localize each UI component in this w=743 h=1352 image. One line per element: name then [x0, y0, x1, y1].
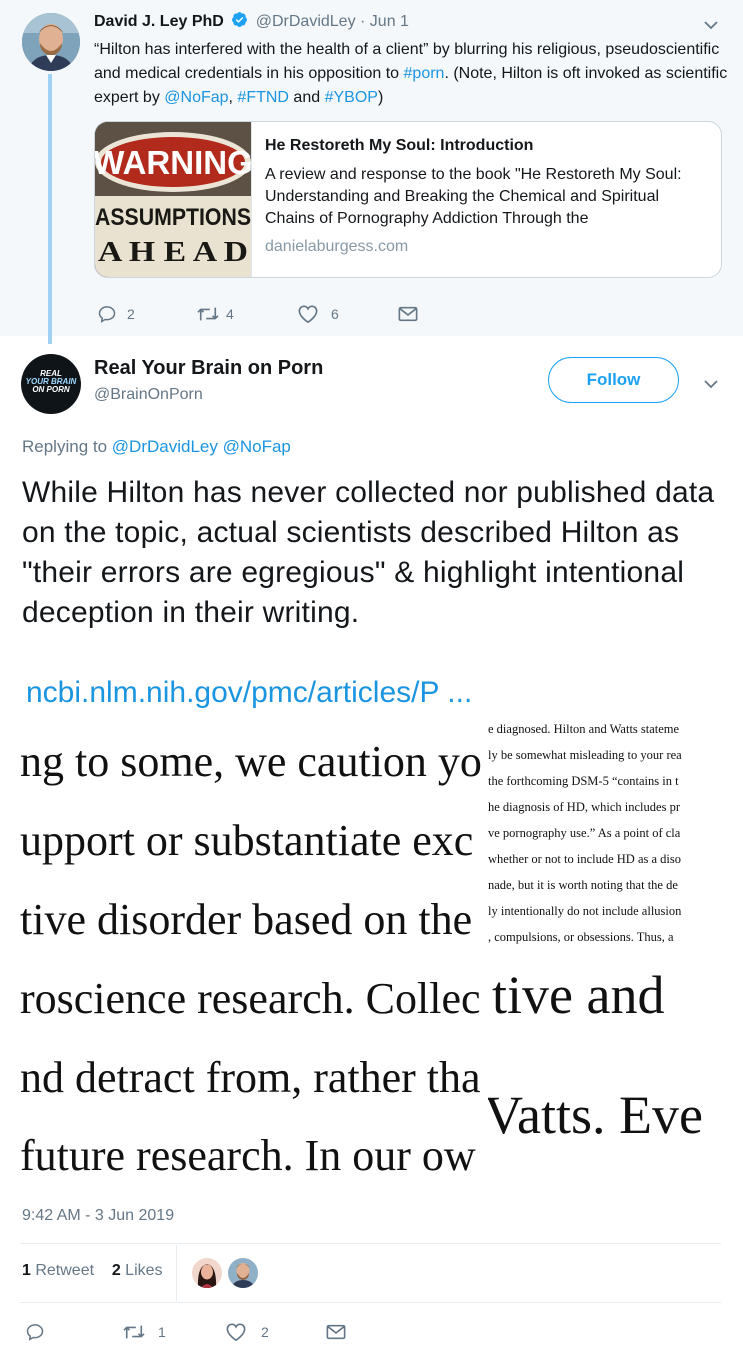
tweet-timestamp[interactable]: 9:42 AM - 3 Jun 2019	[22, 1207, 174, 1225]
retweet-action[interactable]: 4	[196, 304, 234, 324]
like-count: 6	[331, 306, 339, 322]
card-image-line: ASSUMPTIONS	[95, 204, 251, 231]
retweet-total: 1	[22, 1262, 31, 1279]
chevron-down-icon[interactable]	[702, 16, 720, 34]
image-text-line: e diagnosed. Hilton and Watts stateme	[488, 722, 680, 736]
image-text-line: ng to some, we caution yo	[20, 737, 482, 786]
like-label: Likes	[120, 1262, 163, 1279]
engagement-stats: 1 Retweet 2 Likes	[22, 1262, 163, 1280]
image-text-line: upport or substantiate exc	[20, 816, 474, 865]
envelope-icon	[326, 1324, 346, 1340]
chevron-down-icon[interactable]	[702, 375, 720, 393]
liker-photo	[192, 1258, 222, 1288]
liker-photo	[228, 1258, 258, 1288]
image-text-line: nd detract from, rather tha	[20, 1053, 481, 1102]
heart-icon	[226, 1323, 246, 1342]
likes-stat[interactable]: 2 Likes	[112, 1262, 163, 1279]
parent-tweet[interactable]: David J. Ley PhD @DrDavidLey · Jun 1 “Hi…	[0, 0, 743, 344]
tweet-text-segment: )	[377, 89, 384, 106]
retweet-count: 4	[226, 306, 234, 322]
card-description: A review and response to the book "He Re…	[265, 166, 682, 227]
like-total: 2	[111, 1262, 121, 1279]
mention-link[interactable]: @NoFap	[164, 89, 228, 106]
author-name[interactable]: David J. Ley PhD	[94, 13, 224, 30]
card-domain: danielaburgess.com	[265, 238, 409, 255]
tweet-image[interactable]: ng to some, we caution yo upport or subs…	[20, 716, 722, 1186]
image-text-line: Vatts. Eve	[488, 1085, 703, 1145]
avatar-logo-line: ON PORN	[32, 385, 70, 394]
card-image: WARNING ASSUMPTIONS A H E A D	[95, 122, 252, 277]
image-text-line: whether or not to include HD as a diso	[488, 852, 682, 866]
replying-to: Replying to @DrDavidLey @NoFap	[22, 437, 291, 457]
verified-badge-icon	[231, 11, 248, 33]
envelope-icon	[398, 306, 418, 322]
retweets-stat[interactable]: 1 Retweet	[22, 1262, 94, 1279]
hashtag-link[interactable]: #YBOP	[325, 89, 378, 106]
card-image-line: WARNING	[95, 144, 252, 181]
avatar[interactable]	[22, 13, 80, 71]
hashtag-link[interactable]: #FTND	[237, 89, 289, 106]
mention-link[interactable]: @NoFap	[223, 437, 291, 456]
hashtag-link[interactable]: #porn	[404, 65, 445, 82]
direct-message-action[interactable]	[326, 1323, 346, 1341]
like-action[interactable]: 6	[297, 304, 339, 324]
tweet-text-segment: and	[288, 89, 325, 106]
retweet-label: Retweet	[30, 1262, 95, 1279]
tweet-header: David J. Ley PhD @DrDavidLey · Jun 1	[94, 11, 409, 33]
image-text-line: ly be somewhat misleading to your rea	[488, 748, 682, 762]
image-text-line: he diagnosis of HD, which includes pr	[488, 800, 680, 814]
like-count: 2	[261, 1324, 269, 1340]
reply-action[interactable]: 2	[97, 304, 135, 324]
retweet-icon	[123, 1325, 145, 1339]
image-text-line: tive and	[492, 965, 665, 1025]
avatar-logo: REAL YOUR BRAIN ON PORN	[21, 370, 81, 394]
thread-connector	[48, 74, 52, 344]
image-text-panel: ng to some, we caution yo upport or subs…	[20, 716, 488, 1186]
image-text-line: ly intentionally do not include allusion	[488, 904, 682, 918]
retweet-icon	[197, 307, 219, 321]
divider	[20, 1302, 721, 1303]
avatar[interactable]: REAL YOUR BRAIN ON PORN	[21, 354, 81, 414]
image-text-panel: tive and Vatts. Eve	[488, 954, 722, 1186]
image-text-line: , compulsions, or obsessions. Thus, a	[488, 930, 674, 944]
follow-button[interactable]: Follow	[548, 357, 679, 403]
divider	[176, 1245, 177, 1301]
reply-icon	[98, 306, 116, 323]
image-text-line: ve pornography use.” As a point of cla	[488, 826, 681, 840]
image-text-line: tive disorder based on the	[20, 895, 473, 944]
liker-avatar[interactable]	[228, 1258, 258, 1288]
reply-icon	[26, 1324, 44, 1341]
reply-count: 2	[127, 306, 135, 322]
image-text-line: roscience research. Collec	[20, 974, 481, 1023]
tweet-date[interactable]: Jun 1	[370, 13, 409, 30]
tweet-text: “Hilton has interfered with the health o…	[94, 38, 729, 110]
mention-link[interactable]: @DrDavidLey	[112, 437, 218, 456]
retweet-count: 1	[158, 1324, 166, 1340]
avatar-photo	[22, 13, 80, 71]
separator-dot: ·	[360, 13, 366, 30]
card-title: He Restoreth My Soul: Introduction	[265, 137, 534, 154]
author-name[interactable]: Real Your Brain on Porn	[94, 357, 323, 380]
author-handle[interactable]: @DrDavidLey	[256, 13, 356, 30]
author-handle[interactable]: @BrainOnPorn	[94, 386, 203, 404]
card-image-line: A H E A D	[98, 236, 248, 268]
reply-action[interactable]	[25, 1322, 45, 1342]
retweet-action[interactable]: 1	[122, 1322, 166, 1342]
image-text-line: the forthcoming DSM-5 “contains in t	[488, 774, 679, 788]
article-link[interactable]: ncbi.nlm.nih.gov/pmc/articles/P ...	[26, 673, 472, 713]
like-action[interactable]: 2	[225, 1322, 269, 1342]
replying-to-label: Replying to	[22, 437, 112, 456]
image-text-line: future research. In our ow	[20, 1131, 476, 1180]
link-preview-card[interactable]: WARNING ASSUMPTIONS A H E A D He Restore…	[94, 121, 722, 278]
direct-message-action[interactable]	[398, 305, 418, 323]
divider	[20, 1243, 721, 1244]
image-text-line: nade, but it is worth noting that the de	[488, 878, 678, 892]
heart-icon	[298, 305, 318, 324]
liker-avatar[interactable]	[192, 1258, 222, 1288]
image-text-panel: e diagnosed. Hilton and Watts stateme ly…	[488, 716, 722, 954]
tweet-body: While Hilton has never collected nor pub…	[22, 476, 715, 629]
